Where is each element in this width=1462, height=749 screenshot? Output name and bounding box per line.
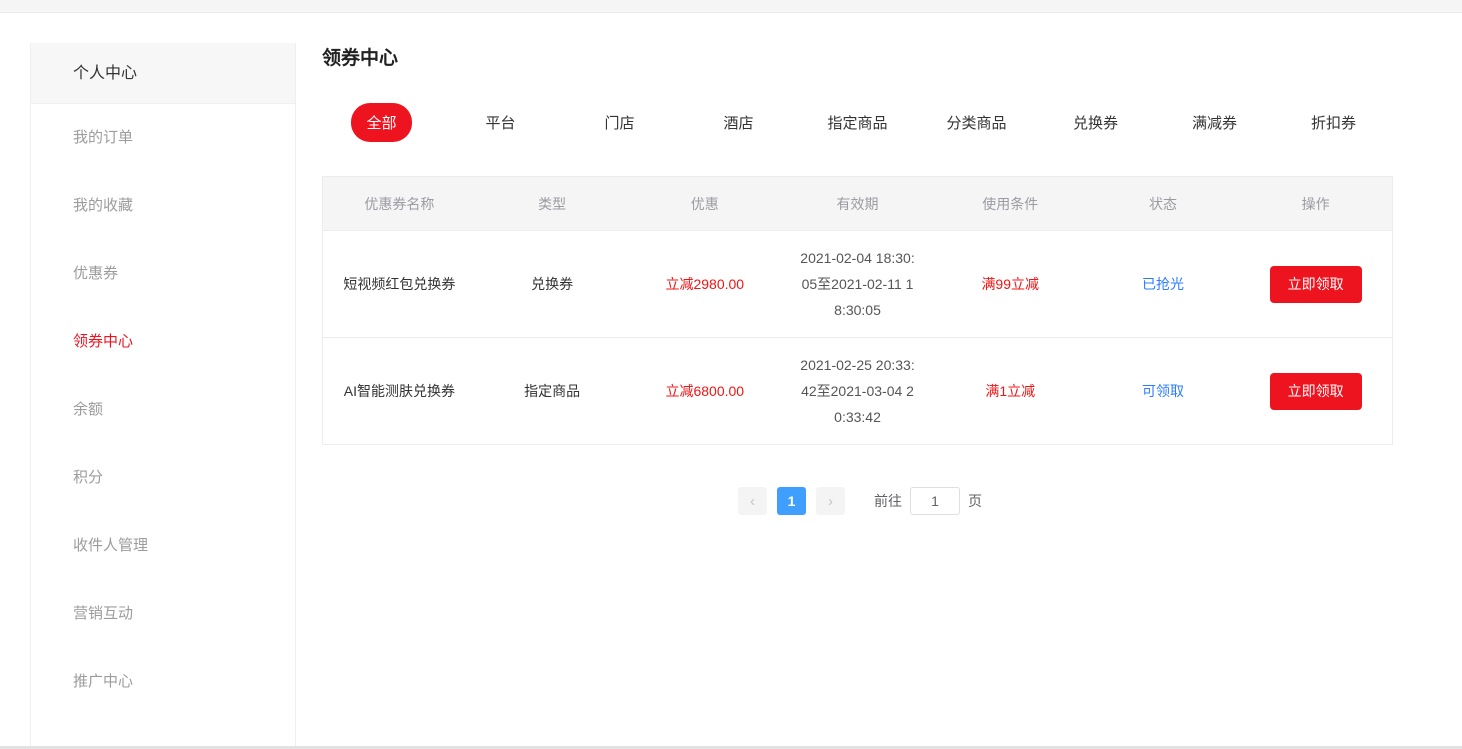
- coupon-type: 指定商品: [476, 381, 629, 401]
- coupon-status: 可领取: [1087, 381, 1240, 401]
- coupon-table: 优惠券名称 类型 优惠 有效期 使用条件 状态 操作 短视频红包兑换券 兑换券 …: [322, 176, 1393, 445]
- col-header-discount: 优惠: [628, 194, 781, 214]
- tab-all[interactable]: 全部: [322, 103, 441, 142]
- prev-page-button[interactable]: ‹: [738, 487, 767, 515]
- sidebar-item-coupon-center[interactable]: 领券中心: [31, 308, 295, 376]
- claim-now-button[interactable]: 立即领取: [1270, 266, 1362, 303]
- tab-exchange-coupon[interactable]: 兑换券: [1036, 112, 1155, 133]
- coupon-status: 已抢光: [1087, 274, 1240, 294]
- tab-all-pill[interactable]: 全部: [351, 103, 411, 142]
- tab-specified-goods[interactable]: 指定商品: [798, 112, 917, 133]
- coupon-name: 短视频红包兑换券: [323, 274, 476, 294]
- page-jump-input[interactable]: [910, 487, 960, 515]
- coupon-discount: 立减2980.00: [628, 274, 781, 294]
- claim-now-button[interactable]: 立即领取: [1270, 373, 1362, 410]
- tab-hotel[interactable]: 酒店: [679, 112, 798, 133]
- page-jump: 前往 页: [874, 487, 982, 515]
- sidebar-item-personal-center[interactable]: 个人中心: [31, 43, 295, 104]
- coupon-type-tabs: 全部 平台 门店 酒店 指定商品 分类商品 兑换券 满减券 折扣券: [322, 104, 1393, 141]
- tab-platform[interactable]: 平台: [441, 112, 560, 133]
- main-content: 领券中心 全部 平台 门店 酒店 指定商品 分类商品 兑换券 满减券 折扣券 优…: [322, 43, 1393, 515]
- pagination: ‹ 1 › 前往 页: [322, 487, 1393, 515]
- coupon-validity: 2021-02-04 18:30:05至2021-02-11 18:30:05: [799, 245, 917, 323]
- top-strip: [0, 0, 1462, 13]
- col-header-action: 操作: [1239, 194, 1392, 214]
- table-header-row: 优惠券名称 类型 优惠 有效期 使用条件 状态 操作: [323, 177, 1392, 230]
- sidebar: 个人中心 我的订单 我的收藏 优惠券 领券中心 余额 积分 收件人管理 营销互动…: [30, 43, 296, 746]
- sidebar-item-promotion-center[interactable]: 推广中心: [31, 648, 295, 716]
- sidebar-item-points[interactable]: 积分: [31, 444, 295, 512]
- coupon-type: 兑换券: [476, 274, 629, 294]
- col-header-condition: 使用条件: [934, 194, 1087, 214]
- next-page-button[interactable]: ›: [816, 487, 845, 515]
- sidebar-item-recipient-management[interactable]: 收件人管理: [31, 512, 295, 580]
- tab-discount-coupon[interactable]: 折扣券: [1274, 112, 1393, 133]
- col-header-validity: 有效期: [781, 194, 934, 214]
- tab-category-goods[interactable]: 分类商品: [917, 112, 1036, 133]
- table-row: 短视频红包兑换券 兑换券 立减2980.00 2021-02-04 18:30:…: [323, 230, 1392, 337]
- sidebar-item-balance[interactable]: 余额: [31, 376, 295, 444]
- coupon-discount: 立减6800.00: [628, 381, 781, 401]
- sidebar-item-my-favorites[interactable]: 我的收藏: [31, 172, 295, 240]
- col-header-coupon-name: 优惠券名称: [323, 194, 476, 214]
- page-number-1[interactable]: 1: [777, 487, 806, 515]
- sidebar-item-coupons[interactable]: 优惠券: [31, 240, 295, 308]
- sidebar-item-my-orders[interactable]: 我的订单: [31, 104, 295, 172]
- col-header-status: 状态: [1087, 194, 1240, 214]
- coupon-validity: 2021-02-25 20:33:42至2021-03-04 20:33:42: [799, 352, 917, 430]
- page-unit-label: 页: [968, 491, 982, 511]
- chevron-left-icon: ‹: [750, 493, 755, 510]
- coupon-condition: 满99立减: [934, 274, 1087, 294]
- coupon-condition: 满1立减: [934, 381, 1087, 401]
- page-title: 领券中心: [322, 43, 1393, 70]
- tab-full-reduction-coupon[interactable]: 满减券: [1155, 112, 1274, 133]
- coupon-name: AI智能测肤兑换券: [323, 381, 476, 401]
- chevron-right-icon: ›: [828, 493, 833, 510]
- table-row: AI智能测肤兑换券 指定商品 立减6800.00 2021-02-25 20:3…: [323, 337, 1392, 444]
- tab-store[interactable]: 门店: [560, 112, 679, 133]
- goto-label: 前往: [874, 491, 902, 511]
- sidebar-item-marketing-interaction[interactable]: 营销互动: [31, 580, 295, 648]
- col-header-type: 类型: [476, 194, 629, 214]
